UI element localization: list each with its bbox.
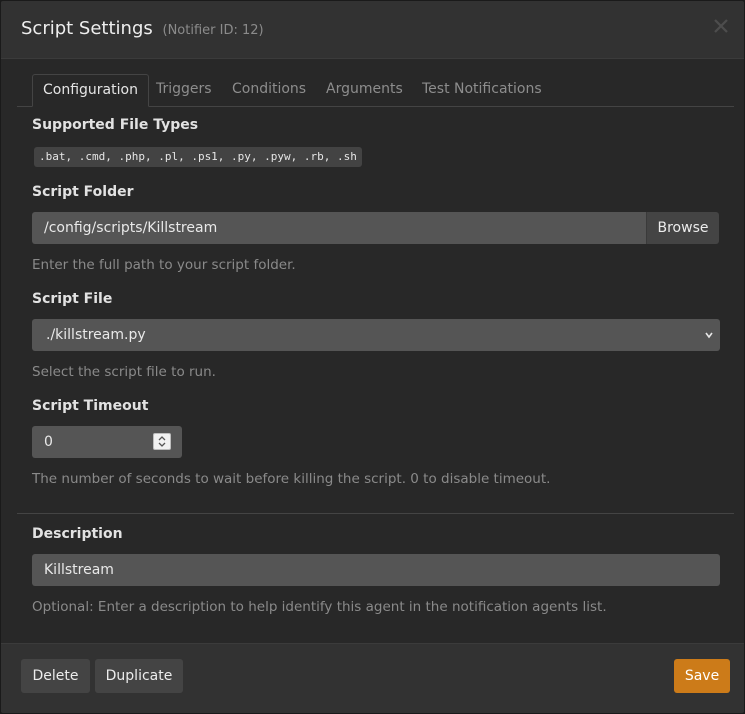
description-input[interactable]: Killstream — [32, 554, 720, 586]
tab-bar: Configuration Triggers Conditions Argume… — [17, 74, 734, 107]
modal-title-text: Script Settings — [21, 18, 153, 39]
script-timeout-help: The number of seconds to wait before kil… — [32, 471, 551, 487]
close-icon — [714, 19, 728, 33]
script-timeout-label: Script Timeout — [32, 398, 149, 414]
modal-body: Configuration Triggers Conditions Argume… — [1, 59, 744, 644]
description-help: Optional: Enter a description to help id… — [32, 599, 607, 615]
tab-configuration[interactable]: Configuration — [32, 74, 149, 107]
script-folder-label: Script Folder — [32, 184, 134, 200]
notifier-id-label: (Notifier ID: 12) — [162, 23, 264, 38]
script-timeout-input[interactable]: 0 — [32, 426, 182, 458]
script-timeout-value: 0 — [44, 434, 53, 450]
delete-button[interactable]: Delete — [21, 659, 90, 693]
chevron-down-icon — [705, 332, 713, 339]
script-file-label: Script File — [32, 291, 113, 307]
browse-button[interactable]: Browse — [646, 212, 719, 244]
tab-triggers[interactable]: Triggers — [156, 74, 212, 106]
modal-title: Script Settings (Notifier ID: 12) — [21, 18, 264, 39]
save-button[interactable]: Save — [674, 659, 730, 693]
script-folder-input[interactable]: /config/scripts/Killstream — [32, 212, 646, 244]
supported-file-types-label: Supported File Types — [32, 117, 199, 133]
script-file-help: Select the script file to run. — [32, 364, 216, 380]
tab-arguments[interactable]: Arguments — [326, 74, 403, 106]
stepper-icon — [158, 436, 166, 447]
section-divider — [17, 513, 734, 514]
script-folder-help: Enter the full path to your script folde… — [32, 257, 296, 273]
duplicate-button[interactable]: Duplicate — [95, 659, 183, 693]
timeout-stepper[interactable] — [153, 433, 171, 450]
close-button[interactable] — [712, 17, 730, 35]
tab-test-notifications[interactable]: Test Notifications — [422, 74, 542, 106]
modal-header: Script Settings (Notifier ID: 12) — [1, 1, 744, 59]
modal-footer: Delete Duplicate Save — [1, 643, 744, 713]
script-file-selected: ./killstream.py — [46, 327, 146, 343]
supported-file-types-value: .bat, .cmd, .php, .pl, .ps1, .py, .pyw, … — [34, 147, 362, 167]
description-label: Description — [32, 526, 123, 542]
script-file-select[interactable]: ./killstream.py — [32, 319, 720, 351]
script-settings-modal: Script Settings (Notifier ID: 12) Config… — [0, 0, 745, 714]
tab-conditions[interactable]: Conditions — [232, 74, 306, 106]
